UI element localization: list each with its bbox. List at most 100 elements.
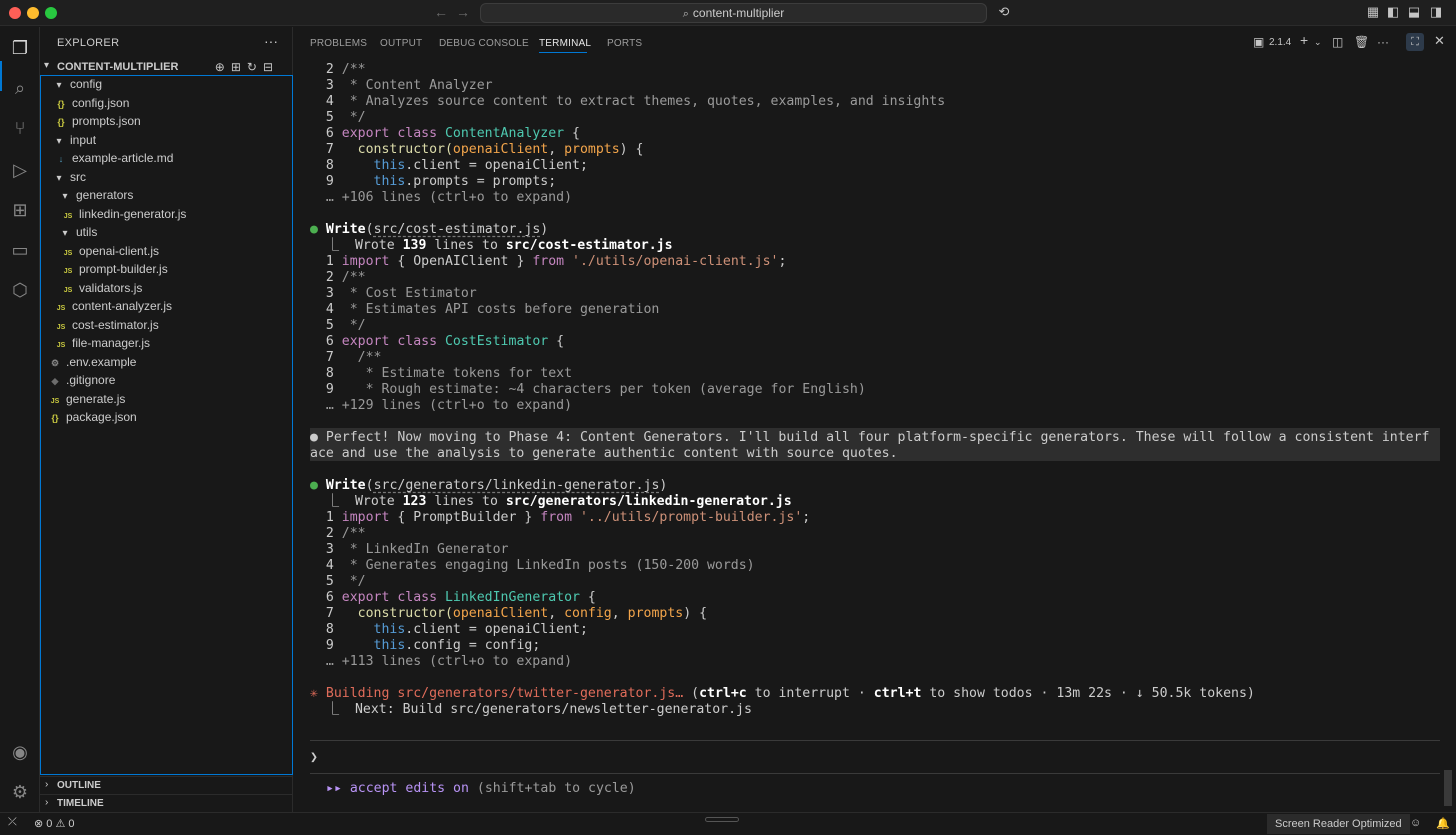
split-terminal-icon[interactable]: ◫ bbox=[1332, 35, 1343, 49]
toggle-secondary-sidebar-icon[interactable]: ◨ bbox=[1428, 5, 1444, 19]
timeline-section[interactable]: › TIMELINE bbox=[40, 794, 293, 812]
chevron-down-icon[interactable]: ⌄ bbox=[1314, 37, 1322, 48]
code-line: 2 /** bbox=[310, 526, 366, 541]
back-arrow-icon[interactable]: ← bbox=[434, 4, 448, 20]
remote-icon[interactable]: ⤫ bbox=[8, 816, 17, 829]
tree-folder-generators[interactable]: ▾ generators bbox=[58, 188, 133, 206]
containers-icon[interactable]: ⬡ bbox=[8, 278, 32, 302]
javascript-file-icon: JS bbox=[50, 398, 60, 405]
more-actions-icon[interactable]: ··· bbox=[1377, 35, 1389, 49]
more-actions-icon[interactable]: ··· bbox=[264, 33, 278, 49]
tree-file-openai-client[interactable]: JS openai-client.js bbox=[61, 244, 159, 262]
minimize-window-button[interactable] bbox=[27, 7, 39, 19]
terminal-profile-icon[interactable]: ▣ bbox=[1253, 35, 1264, 49]
new-file-icon[interactable]: ⊕ bbox=[215, 60, 231, 74]
chevron-down-icon: ▾ bbox=[62, 228, 68, 239]
copilot-status-icon[interactable]: ☺ bbox=[1410, 817, 1421, 829]
success-bullet-icon: ● bbox=[310, 222, 318, 237]
tree-file-validators[interactable]: JS validators.js bbox=[61, 281, 143, 299]
close-panel-icon[interactable]: ✕ bbox=[1434, 33, 1445, 49]
tree-file-env-example[interactable]: ⚙ .env.example bbox=[48, 355, 137, 373]
prompt-input[interactable]: ❯ bbox=[310, 750, 318, 766]
tree-label: openai-client.js bbox=[79, 244, 160, 258]
tree-file-prompts-json[interactable]: {} prompts.json bbox=[54, 114, 140, 132]
run-debug-icon[interactable]: ▷ bbox=[8, 158, 32, 182]
forward-arrow-icon[interactable]: → bbox=[456, 4, 470, 20]
copilot-icon[interactable]: ⟲ bbox=[996, 5, 1012, 19]
notifications-bell-icon[interactable]: 🔔 bbox=[1436, 817, 1450, 830]
javascript-file-icon: JS bbox=[56, 324, 66, 331]
panel-resize-handle[interactable] bbox=[705, 817, 739, 822]
tree-file-cost-estimator[interactable]: JS cost-estimator.js bbox=[54, 318, 159, 336]
tab-debug-console[interactable]: DEBUG CONSOLE bbox=[439, 38, 529, 49]
trash-icon[interactable]: 🗑 bbox=[1354, 35, 1369, 49]
refresh-icon[interactable]: ↻ bbox=[247, 60, 263, 74]
write-header: ● Write(src/cost-estimator.js) bbox=[310, 222, 549, 237]
javascript-file-icon: JS bbox=[63, 213, 73, 220]
problems-indicator[interactable]: ⊗ 0 ⚠ 0 bbox=[34, 817, 75, 830]
collapse-all-icon[interactable]: ⊟ bbox=[263, 60, 279, 74]
tree-label: content-analyzer.js bbox=[72, 299, 173, 313]
screen-reader-status[interactable]: Screen Reader Optimized bbox=[1267, 814, 1410, 834]
outline-section[interactable]: › OUTLINE bbox=[40, 776, 293, 794]
tree-label: .gitignore bbox=[66, 373, 116, 387]
remote-explorer-icon[interactable]: ▭ bbox=[8, 238, 32, 262]
code-line: 3 * Cost Estimator bbox=[310, 286, 477, 301]
tree-file-generate[interactable]: JS generate.js bbox=[48, 392, 126, 410]
terminal-scrollbar[interactable] bbox=[1444, 770, 1452, 806]
assistant-message-line: ace and use the analysis to generate aut… bbox=[310, 446, 898, 461]
command-center-label: content-multiplier bbox=[692, 6, 785, 20]
code-line: 1 import { PromptBuilder } from '../util… bbox=[310, 510, 811, 525]
code-line: 6 export class CostEstimator { bbox=[310, 334, 565, 349]
tree-folder-utils[interactable]: ▾ utils bbox=[58, 225, 97, 243]
warning-icon: ⚠ bbox=[55, 818, 66, 830]
code-line: 9 * Rough estimate: ~4 characters per to… bbox=[310, 382, 866, 397]
tree-file-prompt-builder[interactable]: JS prompt-builder.js bbox=[61, 262, 168, 280]
close-window-button[interactable] bbox=[9, 7, 21, 19]
customize-layout-icon[interactable]: ▦ bbox=[1365, 5, 1381, 19]
tree-file-gitignore[interactable]: ◆ .gitignore bbox=[48, 373, 116, 391]
tree-file-linkedin-generator[interactable]: JS linkedin-generator.js bbox=[61, 207, 187, 225]
new-folder-icon[interactable]: ⊞ bbox=[231, 60, 247, 74]
new-terminal-icon[interactable]: + bbox=[1300, 32, 1308, 48]
source-control-icon[interactable]: ⑂ bbox=[8, 116, 32, 140]
tree-file-example-article[interactable]: ↓ example-article.md bbox=[54, 151, 174, 169]
tree-label: cost-estimator.js bbox=[72, 318, 159, 332]
account-icon[interactable]: ◉ bbox=[8, 740, 32, 764]
toggle-sidebar-icon[interactable]: ◧ bbox=[1385, 5, 1401, 19]
tree-label: .env.example bbox=[66, 355, 137, 369]
code-line: 5 */ bbox=[310, 318, 366, 333]
chevron-right-icon: › bbox=[45, 779, 49, 790]
tab-ports[interactable]: PORTS bbox=[607, 38, 642, 49]
write-summary: ⎿ Wrote 139 lines to src/cost-estimator.… bbox=[310, 238, 673, 253]
tree-file-package-json[interactable]: {} package.json bbox=[48, 410, 137, 428]
tree-file-config-json[interactable]: {} config.json bbox=[54, 96, 129, 114]
zoom-window-button[interactable] bbox=[45, 7, 57, 19]
tab-problems[interactable]: PROBLEMS bbox=[310, 38, 367, 49]
explorer-icon[interactable]: ❐ bbox=[8, 36, 32, 60]
chevron-down-icon: ▾ bbox=[56, 80, 62, 91]
terminal-version[interactable]: 2.1.4 bbox=[1269, 37, 1291, 48]
tree-folder-input[interactable]: ▾ input bbox=[52, 133, 96, 151]
expand-hint: … +113 lines (ctrl+o to expand) bbox=[310, 654, 573, 669]
terminal-output[interactable]: 2 /** 3 * Content Analyzer 4 * Analyzes … bbox=[310, 60, 1442, 805]
maximize-panel-icon[interactable]: ⛶ bbox=[1406, 33, 1424, 51]
markdown-file-icon: ↓ bbox=[58, 154, 64, 164]
tab-output[interactable]: OUTPUT bbox=[380, 38, 422, 49]
command-center-search[interactable]: ⌕ content-multiplier bbox=[480, 3, 987, 23]
search-icon[interactable]: ⌕ bbox=[8, 76, 32, 100]
code-line: 1 import { OpenAIClient } from './utils/… bbox=[310, 254, 787, 269]
tree-folder-config[interactable]: ▾ config bbox=[52, 77, 102, 95]
tree-file-content-analyzer[interactable]: JS content-analyzer.js bbox=[54, 299, 172, 317]
edit-mode-indicator[interactable]: ▸▸ accept edits on (shift+tab to cycle) bbox=[326, 781, 636, 797]
tree-folder-src[interactable]: ▾ src bbox=[52, 170, 86, 188]
settings-gear-icon[interactable]: ⚙ bbox=[8, 780, 32, 804]
extensions-icon[interactable]: ⊞ bbox=[8, 198, 32, 222]
code-line: 4 * Estimates API costs before generatio… bbox=[310, 302, 660, 317]
code-line: 9 this.prompts = prompts; bbox=[310, 174, 557, 189]
expand-hint: … +106 lines (ctrl+o to expand) bbox=[310, 190, 573, 205]
tab-terminal[interactable]: TERMINAL bbox=[539, 38, 591, 49]
tree-label: package.json bbox=[66, 410, 137, 424]
tree-file-file-manager[interactable]: JS file-manager.js bbox=[54, 336, 150, 354]
toggle-panel-icon[interactable]: ⬓ bbox=[1406, 5, 1422, 19]
